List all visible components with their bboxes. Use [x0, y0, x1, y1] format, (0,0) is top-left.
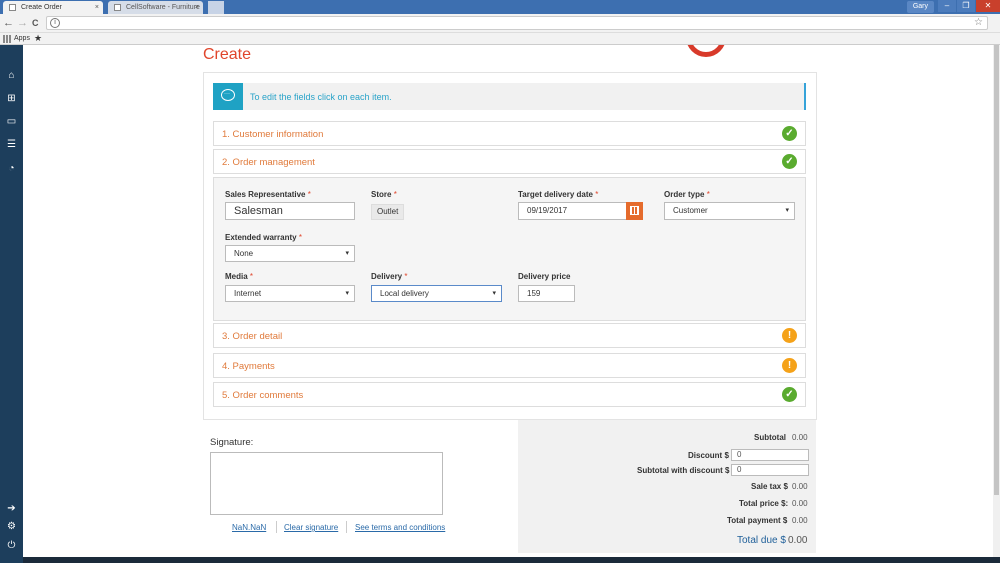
warranty-select[interactable]: None — [225, 245, 355, 262]
browser-toolbar: ← → C i ☆ — [0, 14, 1000, 33]
total-payment-value: 0.00 — [792, 516, 808, 525]
clear-signature-link[interactable]: Clear signature — [284, 523, 338, 532]
restore-button[interactable]: ❐ — [957, 0, 975, 12]
total-price-value: 0.00 — [792, 499, 808, 508]
page-scrollbar[interactable] — [993, 45, 1000, 563]
subtotal-value: 0.00 — [792, 433, 808, 442]
tab-title: Create Order — [21, 4, 62, 11]
minimize-button[interactable]: – — [938, 0, 956, 12]
chat-icon-box: ··· — [213, 83, 243, 110]
address-bar[interactable]: i ☆ — [46, 16, 988, 30]
section-label: 2. Order management — [222, 157, 315, 168]
media-select[interactable]: Internet — [225, 285, 355, 302]
section-order-comments[interactable]: 5. Order comments ✓ — [213, 382, 806, 407]
close-icon[interactable]: × — [195, 1, 199, 14]
apps-link[interactable]: Apps — [14, 33, 30, 44]
target-date-label: Target delivery date * — [518, 190, 599, 199]
signature-pad[interactable] — [210, 452, 443, 515]
info-message: To edit the fields click on each item. — [250, 92, 392, 102]
back-icon[interactable]: ← — [3, 16, 14, 30]
apps-grid-icon[interactable] — [3, 35, 11, 43]
calendar-icon — [630, 206, 639, 215]
delivery-price-input[interactable]: 159 — [518, 285, 575, 302]
total-due-value: 0.00 — [788, 535, 808, 546]
discount-label: Discount $ — [688, 451, 729, 460]
close-icon[interactable]: × — [95, 1, 99, 14]
delivery-select[interactable]: Local delivery — [371, 285, 502, 302]
discount-input[interactable]: 0 — [731, 449, 809, 461]
tab-create-order[interactable]: Create Order × — [3, 1, 103, 14]
subtotal-discount-label: Subtotal with discount $ — [637, 466, 730, 475]
link-divider — [346, 521, 347, 533]
order-type-select[interactable]: Customer — [664, 202, 795, 220]
signature-label: Signature: — [210, 437, 254, 448]
dashboard-icon[interactable]: ◔ — [0, 162, 23, 176]
bookmark-star-icon[interactable]: ☆ — [974, 17, 983, 28]
sale-tax-label: Sale tax $ — [751, 482, 788, 491]
section-label: 1. Customer information — [222, 129, 324, 140]
scrollbar-thumb[interactable] — [994, 45, 999, 495]
warning-icon: ! — [782, 328, 797, 343]
order-type-label: Order type * — [664, 190, 710, 199]
check-icon: ✓ — [782, 154, 797, 169]
terms-link[interactable]: See terms and conditions — [355, 523, 445, 532]
page-icon — [114, 4, 121, 11]
sidebar: ⌂ ⊞ ▭ ☰ ◔ ➔ ⚙ ⏻ — [0, 45, 23, 563]
info-banner: ··· To edit the fields click on each ite… — [213, 83, 806, 110]
section-order-detail[interactable]: 3. Order detail ! — [213, 323, 806, 348]
home-icon[interactable]: ⌂ — [0, 69, 23, 83]
bookmark-star-icon[interactable]: ★ — [34, 33, 42, 44]
target-date-input[interactable]: 09/19/2017 — [518, 202, 627, 220]
warning-icon: ! — [782, 358, 797, 373]
info-icon[interactable]: i — [50, 18, 60, 28]
section-label: 5. Order comments — [222, 390, 304, 401]
link-divider — [276, 521, 277, 533]
warranty-label: Extended warranty * — [225, 233, 302, 242]
tab-title: CellSoftware - Furniture — [126, 4, 200, 11]
delivery-label: Delivery * — [371, 272, 408, 281]
page-icon — [9, 4, 16, 11]
section-label: 3. Order detail — [222, 331, 283, 342]
store-value: Outlet — [371, 204, 405, 220]
sale-tax-value: 0.00 — [792, 482, 808, 491]
check-icon: ✓ — [782, 387, 797, 402]
os-taskbar — [23, 557, 1000, 563]
signature-date-link[interactable]: NaN.NaN — [232, 523, 266, 532]
section-customer-information[interactable]: 1. Customer information ✓ — [213, 121, 806, 146]
subtotal-discount-input[interactable]: 0 — [731, 464, 809, 476]
section-label: 4. Payments — [222, 361, 275, 372]
logout-arrow-icon[interactable]: ➔ — [0, 502, 23, 516]
reload-icon[interactable]: C — [32, 16, 39, 30]
sales-rep-input[interactable]: Salesman — [225, 202, 355, 220]
total-payment-label: Total payment $ — [727, 516, 788, 525]
section-order-management[interactable]: 2. Order management ✓ — [213, 149, 806, 174]
bookmarks-bar: Apps ★ — [0, 33, 1000, 45]
media-label: Media * — [225, 272, 254, 281]
brand-logo — [686, 45, 726, 57]
chat-dots: ··· — [224, 91, 230, 97]
tab-cellsoftware[interactable]: CellSoftware - Furniture × — [108, 1, 203, 14]
sales-rep-label: Sales Representative * — [225, 190, 311, 199]
laptop-icon[interactable]: ▭ — [0, 115, 23, 129]
section-payments[interactable]: 4. Payments ! — [213, 353, 806, 378]
profile-chip[interactable]: Gary — [906, 1, 934, 13]
list-icon[interactable]: ☰ — [0, 138, 23, 152]
new-tab-button[interactable] — [208, 1, 224, 14]
browser-titlebar: Create Order × CellSoftware - Furniture … — [0, 0, 1000, 14]
gear-icon[interactable]: ⚙ — [0, 520, 23, 534]
subtotal-label: Subtotal — [754, 433, 786, 442]
forward-icon[interactable]: → — [17, 16, 28, 30]
calendar-button[interactable] — [626, 202, 643, 220]
check-icon: ✓ — [782, 126, 797, 141]
store-label: Store * — [371, 190, 397, 199]
power-icon[interactable]: ⏻ — [0, 539, 23, 553]
page-title: Create — [203, 46, 252, 63]
total-price-label: Total price $: — [739, 499, 789, 508]
plus-box-icon[interactable]: ⊞ — [0, 92, 23, 106]
total-due-label: Total due $ — [737, 535, 786, 546]
delivery-price-label: Delivery price — [518, 272, 571, 281]
window-close-button[interactable]: ✕ — [976, 0, 1000, 12]
